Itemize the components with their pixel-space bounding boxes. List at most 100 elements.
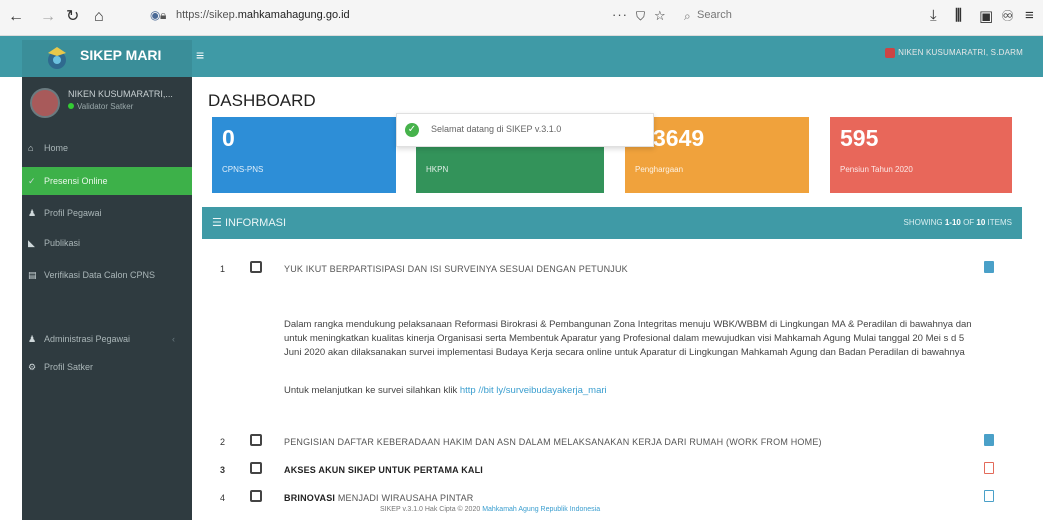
showing-prefix: SHOWING [903,218,945,227]
reload-icon[interactable]: ↻ [66,8,79,26]
list-icon: ☰ [212,217,222,229]
showing-range: 1-10 [944,218,961,227]
avatar [885,48,896,58]
back-icon[interactable]: ← [8,8,24,26]
sidebar-item-publikasi[interactable]: ◣ Publikasi [22,229,192,257]
list-item-title-bold: BRINOVASI [284,493,336,503]
image-file-icon[interactable] [984,261,994,273]
expand-icon[interactable] [250,261,262,273]
chevron-left-icon: ‹ [172,334,175,344]
gear-icon: ⚙ [28,362,37,372]
sidebar-item-profil-pegawai[interactable]: ♟ Profil Pegawai [22,199,192,227]
user-icon: ♟ [28,334,37,344]
image-file-icon[interactable] [984,434,994,446]
user-icon: ♟ [28,208,37,218]
list-item-title[interactable]: BRINOVASI MENJADI WIRAUSAHA PINTAR [284,493,474,503]
page-title: DASHBOARD [208,91,316,110]
stat-value: 595 [840,125,879,151]
info-title: ☰ INFORMASI [212,216,286,229]
extension-icon[interactable]: ♾ [1001,7,1014,25]
footer-text: SIKEP v.3.1.0 Hak Cipta © 2020 [380,506,483,513]
stat-label: Penghargaan [635,165,684,174]
stat-value: 0 [222,125,235,151]
search-icon: ⌕ [684,9,691,23]
stat-value: 3649 [653,125,705,151]
sidebar-item-label: Administrasi Pegawai [44,334,131,344]
info-link-line: Untuk melanjutkan ke survei silahkan kli… [284,385,607,396]
list-item-number: 4 [220,493,226,503]
browser-toolbar: ← → ↻ ⌂ ◉ 🔒︎ https://sikep.mahkamahagung… [0,0,1043,36]
pdf-file-icon[interactable] [984,462,994,474]
megaphone-icon: ◣ [28,238,35,248]
download-icon[interactable]: ⤓ [930,7,937,24]
pocket-icon[interactable]: ⛉ [636,9,645,24]
sidebar-item-home[interactable]: ⌂ Home [22,134,192,162]
sidebar-user-status-text: Validator Satker [77,102,134,111]
url-domain: mahkamahagung.go.id [237,9,350,21]
stat-card-cpns[interactable]: 0 CPNS-PNS [212,117,396,193]
welcome-toast[interactable]: ✓ Selamat datang di SIKEP v.3.1.0 [396,113,654,147]
search-input[interactable]: Search [697,9,732,21]
check-icon: ✓ [28,176,36,186]
app-name: SIKEP MARI [80,47,162,63]
logo-icon [48,47,66,69]
info-title-text: INFORMASI [224,217,287,229]
sidebar-item-label: Home [44,143,69,153]
expand-icon[interactable] [250,490,262,502]
showing-mid: OF [960,218,977,227]
sidebar-item-label: Presensi Online [44,176,108,186]
list-item-title[interactable]: PENGISIAN DAFTAR KEBERADAAN HAKIM DAN AS… [284,437,822,447]
list-item-title[interactable]: AKSES AKUN SIKEP UNTUK PERTAMA KALI [284,465,483,475]
info-header: ☰ INFORMASI SHOWING 1-10 OF 10 ITEMS [202,207,1022,239]
stat-card-pensiun[interactable]: 595 Pensiun Tahun 2020 [830,117,1012,193]
expand-icon[interactable] [250,434,262,446]
info-body: Dalam rangka mendukung pelaksanaan Refor… [284,319,972,358]
url-bar[interactable]: https://sikep.mahkamahagung.go.id [176,9,350,21]
list-item-title[interactable]: YUK IKUT BERPARTISIPASI DAN ISI SURVEINY… [284,264,628,274]
home-icon: ⌂ [28,143,34,153]
list-item-number: 2 [220,437,226,447]
showing-suffix: ITEMS [985,218,1012,227]
hamburger-icon[interactable]: ≡ [196,47,204,63]
sidebar-item-label: Profil Satker [44,362,94,372]
sidebar-user-status: Validator Satker [68,102,133,111]
list-item-title-rest: MENJADI WIRAUSAHA PINTAR [335,493,474,503]
doc-file-icon[interactable] [984,490,994,502]
lock-icon: 🔒︎ [160,8,167,22]
sidebar-user-name: NIKEN KUSUMARATRI,... [68,89,173,99]
expand-icon[interactable] [250,462,262,474]
forward-icon[interactable]: → [40,8,56,26]
library-icon[interactable]: ⫼ [955,7,962,24]
sidebar-item-administrasi[interactable]: ♟ Administrasi Pegawai ‹ [22,325,192,353]
shield-icon[interactable]: ◉ [150,8,160,22]
footer: SIKEP v.3.1.0 Hak Cipta © 2020 Mahkamah … [380,506,600,513]
sidebar-item-profil-satker[interactable]: ⚙ Profil Satker [22,353,192,381]
top-user-name: NIKEN KUSUMARATRI, S.DARM [898,48,1023,58]
stat-label: HKPN [426,165,449,174]
bookmark-star-icon[interactable]: ☆ [654,8,666,24]
info-showing: SHOWING 1-10 OF 10 ITEMS [904,218,1013,227]
footer-org-link[interactable]: Mahkamah Agung Republik Indonesia [482,506,600,513]
sidebar-toggle-icon[interactable]: ▣ [979,7,993,25]
stat-label: CPNS-PNS [222,165,264,174]
top-user-menu[interactable]: NIKEN KUSUMARATRI, S.DARM [885,48,1023,58]
list-item-number: 1 [220,264,226,274]
url-prefix: https://sikep. [176,9,238,21]
toast-message: Selamat datang di SIKEP v.3.1.0 [431,124,562,134]
list-item-number: 3 [220,465,226,475]
stat-label: Pensiun Tahun 2020 [840,165,913,174]
sidebar-item-label: Publikasi [44,238,81,248]
sidebar-item-label: Verifikasi Data Calon CPNS [44,270,156,280]
page-actions-icon[interactable]: ··· [612,7,628,22]
avatar [30,88,60,118]
sidebar-user-panel: NIKEN KUSUMARATRI,... Validator Satker [22,80,192,130]
sidebar-item-label: Profil Pegawai [44,208,102,218]
sidebar-item-verifikasi[interactable]: ▤ Verifikasi Data Calon CPNS [22,261,192,289]
sidebar-item-presensi[interactable]: ✓ Presensi Online [22,167,192,195]
menu-icon[interactable]: ≡ [1025,7,1034,24]
online-icon [68,103,74,109]
check-circle-icon: ✓ [405,123,419,137]
showing-total: 10 [976,218,986,227]
survey-link[interactable]: http //bit ly/surveibudayakerja_mari [460,385,607,396]
home-icon[interactable]: ⌂ [94,8,104,26]
